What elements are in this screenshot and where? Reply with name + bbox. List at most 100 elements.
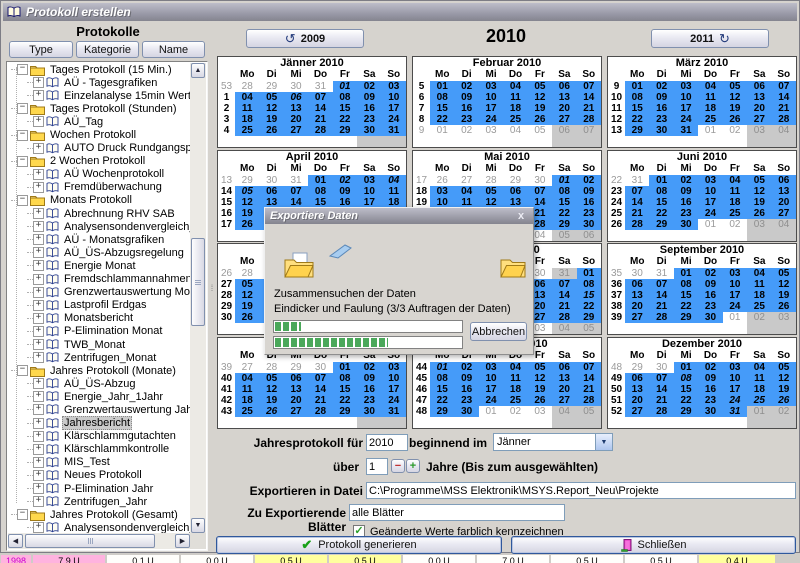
day-cell[interactable]: 16	[357, 384, 381, 395]
day-cell[interactable]: 29	[674, 312, 698, 323]
tree-item-2-wochen-protokoll[interactable]: −2 Wochen Protokoll	[8, 155, 190, 168]
tree-item-jahresbericht[interactable]: +Jahresbericht	[8, 417, 190, 430]
day-cell[interactable]: 01	[333, 362, 357, 373]
day-cell[interactable]: 12	[259, 384, 283, 395]
day-cell[interactable]: 15	[674, 384, 698, 395]
expand-icon[interactable]: +	[33, 287, 44, 298]
day-cell[interactable]: 26	[235, 312, 259, 323]
day-cell[interactable]: 20	[625, 395, 649, 406]
day-cell[interactable]: 08	[552, 186, 576, 197]
day-cell[interactable]: 30	[674, 219, 698, 230]
day-cell[interactable]: 29	[625, 362, 649, 373]
day-cell[interactable]: 24	[674, 114, 698, 125]
day-cell[interactable]: 30	[454, 406, 478, 417]
day-cell[interactable]: 29	[625, 125, 649, 136]
day-cell[interactable]: 10	[674, 92, 698, 103]
day-cell[interactable]: 24	[382, 395, 406, 406]
day-cell[interactable]: 01	[552, 175, 576, 186]
day-cell[interactable]: 18	[235, 114, 259, 125]
day-cell[interactable]: 30	[698, 406, 722, 417]
day-cell[interactable]: 13	[625, 290, 649, 301]
day-cell[interactable]: 27	[454, 175, 478, 186]
day-cell[interactable]: 28	[772, 114, 796, 125]
day-cell[interactable]: 06	[284, 373, 308, 384]
day-cell[interactable]: 02	[747, 312, 771, 323]
expand-icon[interactable]: +	[33, 313, 44, 324]
day-cell[interactable]: 23	[357, 114, 381, 125]
day-cell[interactable]: 01	[674, 362, 698, 373]
day-cell[interactable]: 06	[625, 279, 649, 290]
day-cell[interactable]: 13	[772, 186, 796, 197]
day-cell[interactable]: 30	[284, 81, 308, 92]
day-cell[interactable]: 26	[430, 175, 454, 186]
day-cell[interactable]: 16	[698, 384, 722, 395]
day-cell[interactable]: 11	[723, 186, 747, 197]
tree-item-tages-protokoll-15-min-[interactable]: −Tages Protokoll (15 Min.)	[8, 63, 190, 76]
day-cell[interactable]: 30	[625, 268, 649, 279]
day-cell[interactable]: 24	[479, 395, 503, 406]
day-cell[interactable]: 07	[308, 373, 332, 384]
day-cell[interactable]: 11	[235, 103, 259, 114]
day-cell[interactable]: 04	[235, 92, 259, 103]
day-cell[interactable]: 05	[577, 406, 601, 417]
day-cell[interactable]: 15	[430, 103, 454, 114]
day-cell[interactable]: 19	[235, 208, 259, 219]
day-cell[interactable]: 25	[235, 125, 259, 136]
tree-horizontal-scrollbar[interactable]: ◀ ▶	[8, 533, 190, 549]
day-cell[interactable]: 05	[552, 230, 576, 241]
day-cell[interactable]: 11	[503, 92, 527, 103]
collapse-icon[interactable]: −	[17, 130, 28, 141]
expand-icon[interactable]: +	[33, 326, 44, 337]
day-cell[interactable]: 07	[649, 279, 673, 290]
cancel-button[interactable]: Abbrechen	[470, 322, 527, 341]
day-cell[interactable]: 08	[430, 92, 454, 103]
day-cell[interactable]: 29	[333, 125, 357, 136]
day-cell[interactable]: 02	[649, 81, 673, 92]
tree-item-energie-monat[interactable]: +Energie Monat	[8, 259, 190, 272]
day-cell[interactable]: 01	[430, 362, 454, 373]
day-cell[interactable]: 10	[723, 373, 747, 384]
day-cell[interactable]: 09	[357, 92, 381, 103]
day-cell[interactable]: 20	[552, 384, 576, 395]
tree-item-p-elimination-jahr[interactable]: +P-Elimination Jahr	[8, 482, 190, 495]
day-cell[interactable]: 29	[235, 175, 259, 186]
day-cell[interactable]: 11	[747, 279, 771, 290]
day-cell[interactable]: 20	[625, 301, 649, 312]
day-cell[interactable]: 08	[333, 373, 357, 384]
expand-icon[interactable]: +	[33, 274, 44, 285]
expand-icon[interactable]: +	[33, 483, 44, 494]
day-cell[interactable]: 27	[625, 312, 649, 323]
day-cell[interactable]: 19	[259, 114, 283, 125]
day-cell[interactable]: 11	[382, 186, 406, 197]
scroll-up-icon[interactable]: ▲	[191, 63, 205, 78]
day-cell[interactable]: 08	[308, 186, 332, 197]
tree-item-analysensondenvergleich-mona[interactable]: +Analysensondenvergleich_Mona	[8, 220, 190, 233]
day-cell[interactable]: 12	[772, 373, 796, 384]
day-cell[interactable]: 27	[284, 406, 308, 417]
tree-item-monats-protokoll[interactable]: −Monats Protokoll	[8, 194, 190, 207]
collapse-icon[interactable]: −	[17, 365, 28, 376]
tree-vertical-scrollbar[interactable]: ▲ ▼	[190, 63, 206, 533]
day-cell[interactable]: 20	[772, 197, 796, 208]
day-cell[interactable]: 19	[747, 197, 771, 208]
collapse-icon[interactable]: −	[17, 103, 28, 114]
tree-item-aü-monatsgrafiken[interactable]: +AÜ - Monatsgrafiken	[8, 233, 190, 246]
day-cell[interactable]: 06	[552, 125, 576, 136]
day-cell[interactable]: 30	[649, 362, 673, 373]
day-cell[interactable]: 22	[333, 395, 357, 406]
day-cell[interactable]: 12	[235, 290, 259, 301]
decrement-button[interactable]: −	[391, 459, 405, 473]
day-cell[interactable]: 06	[503, 186, 527, 197]
day-cell[interactable]: 24	[723, 395, 747, 406]
scroll-left-icon[interactable]: ◀	[8, 534, 23, 548]
expand-icon[interactable]: +	[33, 352, 44, 363]
day-cell[interactable]: 15	[674, 290, 698, 301]
day-cell[interactable]: 23	[674, 208, 698, 219]
day-cell[interactable]: 23	[357, 395, 381, 406]
day-cell[interactable]: 22	[674, 395, 698, 406]
tree-item-klärschlammkontrolle[interactable]: +Klärschlammkontrolle	[8, 443, 190, 456]
expand-icon[interactable]: +	[33, 143, 44, 154]
export-file-input[interactable]	[366, 482, 796, 499]
day-cell[interactable]: 19	[259, 395, 283, 406]
tree-item-aü-wochenprotokoll[interactable]: +AÜ Wochenprotokoll	[8, 168, 190, 181]
